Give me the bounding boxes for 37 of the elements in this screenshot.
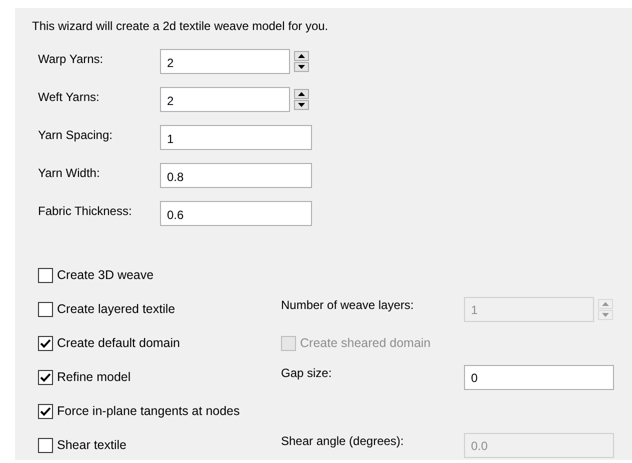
checkbox-label[interactable]: Create layered textile (57, 302, 176, 316)
field-label: Yarn Spacing: (38, 128, 114, 142)
input-field[interactable]: 0 (464, 364, 614, 390)
checkbox-label[interactable]: Refine model (57, 370, 131, 384)
input-field[interactable]: 0.6 (160, 201, 312, 226)
field-label: Gap size: (281, 366, 333, 380)
field-label: Weft Yarns: (38, 90, 100, 104)
input-field[interactable]: 1 (160, 125, 312, 150)
checkbox[interactable] (38, 370, 53, 384)
down-arrow-icon (298, 65, 305, 69)
up-arrow-icon (298, 92, 305, 96)
input-field[interactable]: 2 (160, 87, 290, 112)
checkbox[interactable] (38, 336, 53, 350)
checkbox[interactable] (38, 404, 53, 418)
field-label: Number of weave layers: (281, 298, 415, 312)
checkbox[interactable] (38, 438, 53, 452)
increment-button[interactable] (294, 89, 309, 99)
checkbox-label[interactable]: Shear textile (57, 438, 126, 452)
down-arrow-icon (298, 103, 305, 107)
input-field[interactable]: 0.8 (160, 163, 312, 188)
checkbox-label[interactable]: Force in-plane tangents at nodes (57, 404, 240, 418)
increment-button[interactable] (294, 51, 309, 61)
decrement-button[interactable] (294, 100, 309, 110)
checkbox-label[interactable]: Create 3D weave (57, 268, 154, 282)
checkbox[interactable] (38, 268, 53, 282)
field-label: Yarn Width: (38, 166, 101, 180)
checkbox[interactable] (38, 302, 53, 316)
field-label: Fabric Thickness: (38, 204, 133, 218)
checkbox-label[interactable]: Create default domain (57, 336, 180, 350)
field-label: Warp Yarns: (38, 52, 104, 66)
decrement-button[interactable] (294, 62, 309, 72)
up-arrow-icon (602, 302, 609, 306)
input-field[interactable]: 2 (160, 49, 290, 74)
field-label: Shear angle (degrees): (281, 434, 405, 448)
down-arrow-icon (602, 312, 609, 316)
intro-text: This wizard will create a 2d textile weave model for you. (32, 19, 330, 33)
up-arrow-icon (298, 54, 305, 58)
